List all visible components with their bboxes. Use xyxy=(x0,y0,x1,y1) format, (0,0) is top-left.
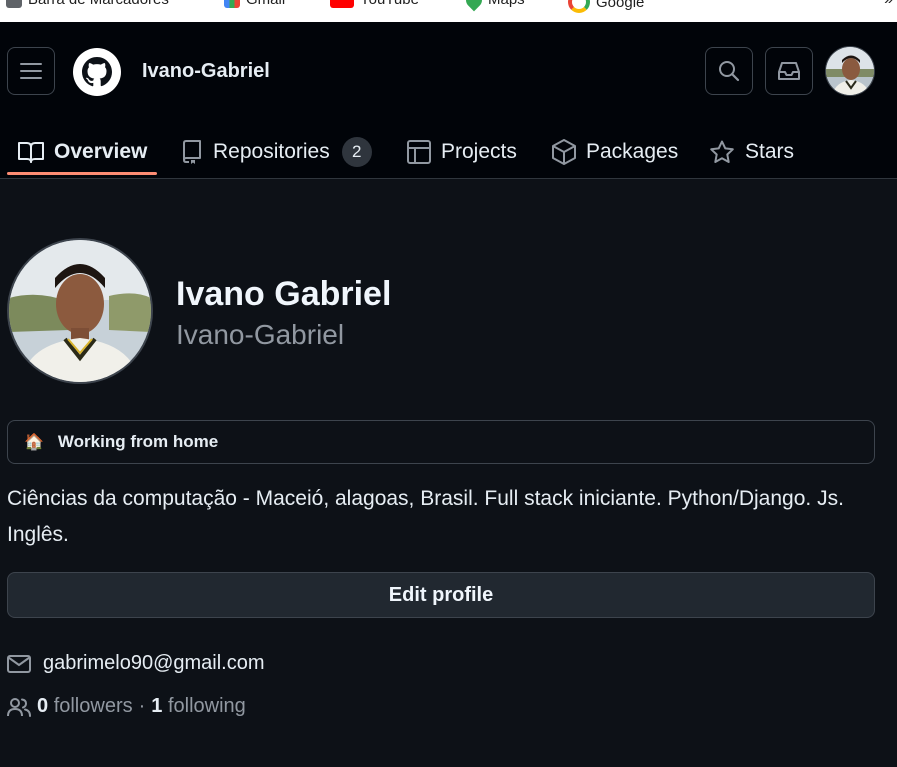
tab-overview-label: Overview xyxy=(54,139,148,163)
bookmark-youtube[interactable]: YouTube xyxy=(330,0,419,8)
avatar xyxy=(826,47,874,95)
profile-avatar[interactable] xyxy=(7,238,153,384)
github-logo-icon[interactable] xyxy=(73,48,121,96)
bookmark-label: Gmail xyxy=(246,0,285,8)
inbox-icon xyxy=(778,62,800,80)
avatar xyxy=(9,240,151,382)
followers-count: 0 xyxy=(37,695,49,717)
app-header: Ivano-Gabriel Overview Repositories 2 Pr… xyxy=(0,22,897,179)
bookmark-label: Maps xyxy=(488,0,525,8)
tab-projects[interactable]: Projects xyxy=(407,124,517,179)
bookmark-label: Barra de Marcadores xyxy=(28,0,169,8)
maps-icon xyxy=(462,0,486,11)
star-icon xyxy=(710,140,734,163)
google-icon xyxy=(568,0,590,13)
bookmark-maps[interactable]: Maps xyxy=(462,0,525,11)
search-icon xyxy=(719,61,740,82)
tab-repositories[interactable]: Repositories 2 xyxy=(181,124,372,179)
following-count: 1 xyxy=(151,695,163,717)
bookmark-folder[interactable]: Barra de Marcadores xyxy=(6,0,169,8)
tab-repositories-label: Repositories xyxy=(213,139,330,163)
following-link[interactable]: 1 following xyxy=(151,695,246,718)
search-button[interactable] xyxy=(705,47,753,95)
tab-packages-label: Packages xyxy=(586,139,679,163)
edit-profile-button[interactable]: Edit profile xyxy=(7,572,875,618)
tab-overview[interactable]: Overview xyxy=(18,124,147,179)
bookmark-gmail[interactable]: Gmail xyxy=(224,0,285,8)
people-icon xyxy=(7,697,31,717)
tab-projects-label: Projects xyxy=(441,139,517,163)
selected-tab-indicator xyxy=(7,172,157,175)
following-label: following xyxy=(167,695,246,717)
bookmarks-overflow-button[interactable]: » xyxy=(884,0,893,9)
repo-icon xyxy=(183,139,201,164)
hamburger-icon xyxy=(20,63,42,79)
package-icon xyxy=(552,138,576,165)
tab-stars[interactable]: Stars xyxy=(709,124,794,179)
status-text: Working from home xyxy=(57,432,219,451)
folder-icon xyxy=(6,0,22,8)
house-icon: 🏠 xyxy=(24,434,44,451)
mail-icon xyxy=(7,654,31,673)
profile-full-name: Ivano Gabriel xyxy=(176,275,392,313)
bookmark-label: YouTube xyxy=(360,0,419,8)
user-avatar-menu[interactable] xyxy=(825,46,875,96)
repositories-count-badge: 2 xyxy=(341,136,372,167)
menu-button[interactable] xyxy=(7,47,55,95)
followers-label: followers xyxy=(53,695,133,717)
separator-dot: · xyxy=(138,695,146,717)
profile-email: gabrimelo90@gmail.com xyxy=(7,652,265,675)
email-link[interactable]: gabrimelo90@gmail.com xyxy=(43,652,265,675)
header-username[interactable]: Ivano-Gabriel xyxy=(142,60,270,83)
profile-bio: Ciências da computação - Maceió, alagoas… xyxy=(7,487,844,546)
youtube-icon xyxy=(330,0,354,8)
follow-stats: 0 followers · 1 following xyxy=(7,695,246,718)
bookmark-google[interactable]: Google xyxy=(568,0,644,13)
profile-tabs: Overview Repositories 2 Projects Package… xyxy=(0,124,897,179)
followers-link[interactable]: 0 followers xyxy=(37,695,133,718)
table-icon xyxy=(407,139,431,164)
book-icon xyxy=(18,141,44,163)
bookmark-label: Google xyxy=(596,0,645,11)
inbox-button[interactable] xyxy=(765,47,813,95)
tab-packages[interactable]: Packages xyxy=(552,124,678,179)
profile-login: Ivano-Gabriel xyxy=(176,319,345,350)
status-badge[interactable]: 🏠 Working from home xyxy=(7,420,875,464)
bookmarks-bar: Barra de Marcadores Gmail YouTube Maps G… xyxy=(0,0,897,22)
gmail-icon xyxy=(224,0,240,8)
tab-stars-label: Stars xyxy=(745,139,795,163)
